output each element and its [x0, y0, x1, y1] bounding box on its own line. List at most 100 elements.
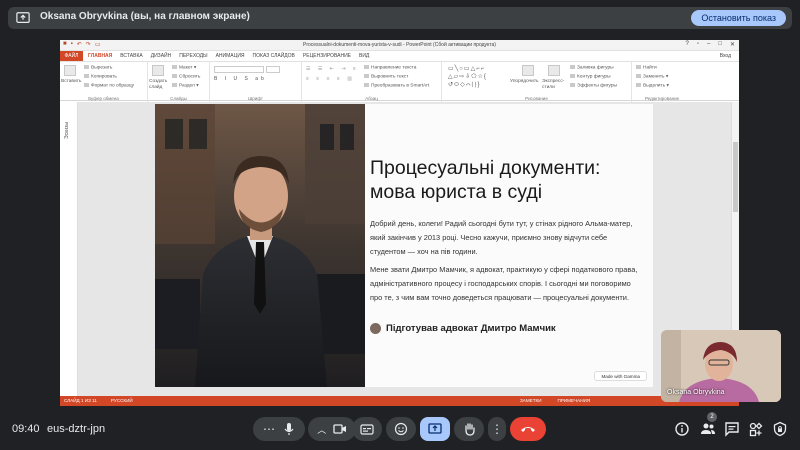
thumbnails-pane[interactable]: Эскизы: [60, 102, 78, 396]
shape-effects-label: Эффекты фигуры: [577, 83, 617, 89]
font-name-box[interactable]: [214, 66, 264, 73]
ribbon-display-icon[interactable]: ▫: [697, 41, 699, 48]
align-text-button[interactable]: Выровнять текст: [364, 74, 408, 79]
tab-insert[interactable]: ВСТАВКА: [120, 51, 142, 61]
smartart-label: Преобразовать в SmartArt: [371, 83, 430, 89]
camera-icon[interactable]: [333, 424, 347, 434]
copy-icon: [84, 74, 89, 78]
help-icon[interactable]: ?: [686, 41, 689, 48]
align-text-label: Выровнять текст: [371, 74, 409, 80]
fill-icon: [570, 65, 575, 69]
section-button[interactable]: Раздел ▾: [172, 83, 199, 88]
tab-design[interactable]: ДИЗАЙН: [151, 51, 172, 61]
font-size-box[interactable]: [266, 66, 280, 73]
group-editing-label: Редактирование: [644, 96, 680, 101]
raise-hand-button[interactable]: [454, 417, 484, 441]
copy-button[interactable]: Копировать: [84, 74, 117, 79]
mic-options-icon[interactable]: ⋯: [263, 422, 275, 436]
chat-icon[interactable]: [724, 421, 740, 437]
presenting-title: Oksana Obryvkina (вы, на главном экране): [40, 11, 250, 22]
group-drawing: ▭╲○▭△⌐⌐ △▱⇨⇩⬠☆{↺⬭◇⌒⟮⟯} Упорядочить Экспре…: [442, 62, 632, 102]
present-screen-button[interactable]: [420, 417, 450, 441]
present-screen-icon: [428, 423, 442, 434]
minimize-icon[interactable]: –: [707, 41, 710, 48]
stop-presenting-button[interactable]: Остановить показ: [691, 10, 786, 26]
list-buttons[interactable]: ☰ ☰ ⇤ ⇥ ≡: [306, 66, 359, 72]
notes-button[interactable]: ЗАМЕТКИ: [520, 398, 542, 403]
author-text[interactable]: Підготував адвокат Дмитро Мамчик: [386, 323, 556, 334]
layout-icon: [172, 65, 177, 69]
activities-icon[interactable]: [748, 421, 764, 437]
group-editing: Найти Заменить ▾ Выделить ▾ Редактирован…: [632, 62, 692, 102]
reactions-button[interactable]: [386, 417, 416, 441]
find-button[interactable]: Найти: [636, 65, 657, 70]
chevron-up-icon[interactable]: ︿: [317, 423, 326, 436]
new-slide-button[interactable]: Создать слайд: [149, 79, 171, 91]
text-direction-icon: [364, 65, 369, 69]
new-slide-icon[interactable]: [152, 65, 164, 76]
align-text-icon: [364, 74, 369, 78]
smartart-button[interactable]: Преобразовать в SmartArt: [364, 83, 429, 88]
select-button[interactable]: Выделить ▾: [636, 83, 669, 88]
copy-label: Копировать: [91, 74, 117, 80]
slide-counter: СЛАЙД 1 ИЗ 11: [64, 398, 97, 403]
paste-icon[interactable]: [64, 65, 76, 76]
sign-in-link[interactable]: Вход: [720, 51, 731, 61]
shape-fill-button[interactable]: Заливка фигуры: [570, 65, 614, 70]
layout-label: Макет: [179, 65, 193, 71]
tab-animations[interactable]: АНИМАЦИЯ: [216, 51, 245, 61]
reset-button[interactable]: Сбросить: [172, 74, 200, 79]
shape-effects-button[interactable]: Эффекты фигуры: [570, 83, 617, 88]
tab-slideshow[interactable]: ПОКАЗ СЛАЙДОВ: [253, 51, 295, 61]
group-clipboard-label: Буфер обмена: [88, 96, 119, 101]
replace-button[interactable]: Заменить ▾: [636, 74, 668, 79]
more-options-button[interactable]: ⋮: [488, 417, 506, 441]
comments-button[interactable]: ПРИМЕЧАНИЯ: [558, 398, 591, 403]
info-icon[interactable]: [674, 421, 690, 437]
host-controls-icon[interactable]: [772, 421, 788, 437]
font-format-buttons[interactable]: B I U S ab: [214, 76, 267, 82]
quick-styles-icon[interactable]: [548, 65, 560, 76]
slide-paragraph-1[interactable]: Добрий день, колеги! Радий сьогодні бути…: [370, 217, 640, 259]
tab-file[interactable]: ФАЙЛ: [60, 51, 83, 61]
paste-button[interactable]: Вставить: [61, 79, 81, 84]
self-view-tile[interactable]: Oksana Obryvkina: [661, 330, 781, 402]
cut-label: Вырезать: [91, 65, 113, 71]
mic-control[interactable]: ⋯: [253, 417, 305, 441]
tab-transitions[interactable]: ПЕРЕХОДЫ: [179, 51, 207, 61]
align-buttons[interactable]: ≡ ≡ ≡ ≡ ▥: [306, 76, 355, 82]
maximize-icon[interactable]: □: [718, 41, 722, 48]
text-direction-button[interactable]: Направление текста: [364, 65, 416, 70]
tab-home[interactable]: ГЛАВНАЯ: [88, 51, 112, 61]
end-call-button[interactable]: [510, 417, 546, 441]
thumbnails-label: Эскизы: [64, 122, 70, 139]
format-painter-button[interactable]: Формат по образцу: [84, 83, 134, 88]
current-slide[interactable]: Процесуальні документи: мова юриста в су…: [155, 104, 653, 387]
group-paragraph: ☰ ☰ ⇤ ⇥ ≡ ≡ ≡ ≡ ≡ ▥ Направление текста В…: [302, 62, 442, 102]
ppt-titlebar: ■ ▪ ↶ ↷ ▭ Processualni-dokumenti-mova-yu…: [60, 40, 739, 51]
emoji-icon: [394, 422, 408, 436]
arrange-icon[interactable]: [522, 65, 534, 76]
shape-outline-label: Контур фигуры: [577, 74, 611, 80]
shapes-gallery[interactable]: ▭╲○▭△⌐⌐ △▱⇨⇩⬠☆{↺⬭◇⌒⟮⟯}: [448, 65, 506, 89]
tab-view[interactable]: ВИД: [359, 51, 369, 61]
slide-paragraph-2[interactable]: Мене звати Дмитро Мамчик, я адвокат, пра…: [370, 263, 640, 305]
arrange-button[interactable]: Упорядочить: [510, 79, 539, 84]
group-font-label: Шрифт: [248, 96, 263, 101]
people-icon[interactable]: [700, 421, 716, 437]
slide-title[interactable]: Процесуальні документи: мова юриста в су…: [370, 156, 640, 204]
quick-styles-button[interactable]: Экспресс-стили: [542, 79, 564, 91]
camera-control[interactable]: ︿: [308, 417, 356, 441]
cut-button[interactable]: Вырезать: [84, 65, 112, 70]
tab-review[interactable]: РЕЦЕНЗИРОВАНИЕ: [303, 51, 351, 61]
microphone-icon[interactable]: [283, 422, 295, 436]
group-clipboard: Вставить Вырезать Копировать Формат по о…: [60, 62, 148, 102]
language-indicator[interactable]: РУССКИЙ: [111, 398, 133, 403]
layout-button[interactable]: Макет ▾: [172, 65, 196, 70]
close-icon[interactable]: ✕: [730, 41, 735, 48]
shape-outline-button[interactable]: Контур фигуры: [570, 74, 611, 79]
captions-button[interactable]: [352, 417, 382, 441]
scrollbar-thumb[interactable]: [733, 142, 738, 212]
self-view-name: Oksana Obryvkina: [667, 389, 725, 396]
scissors-icon: [84, 65, 89, 69]
